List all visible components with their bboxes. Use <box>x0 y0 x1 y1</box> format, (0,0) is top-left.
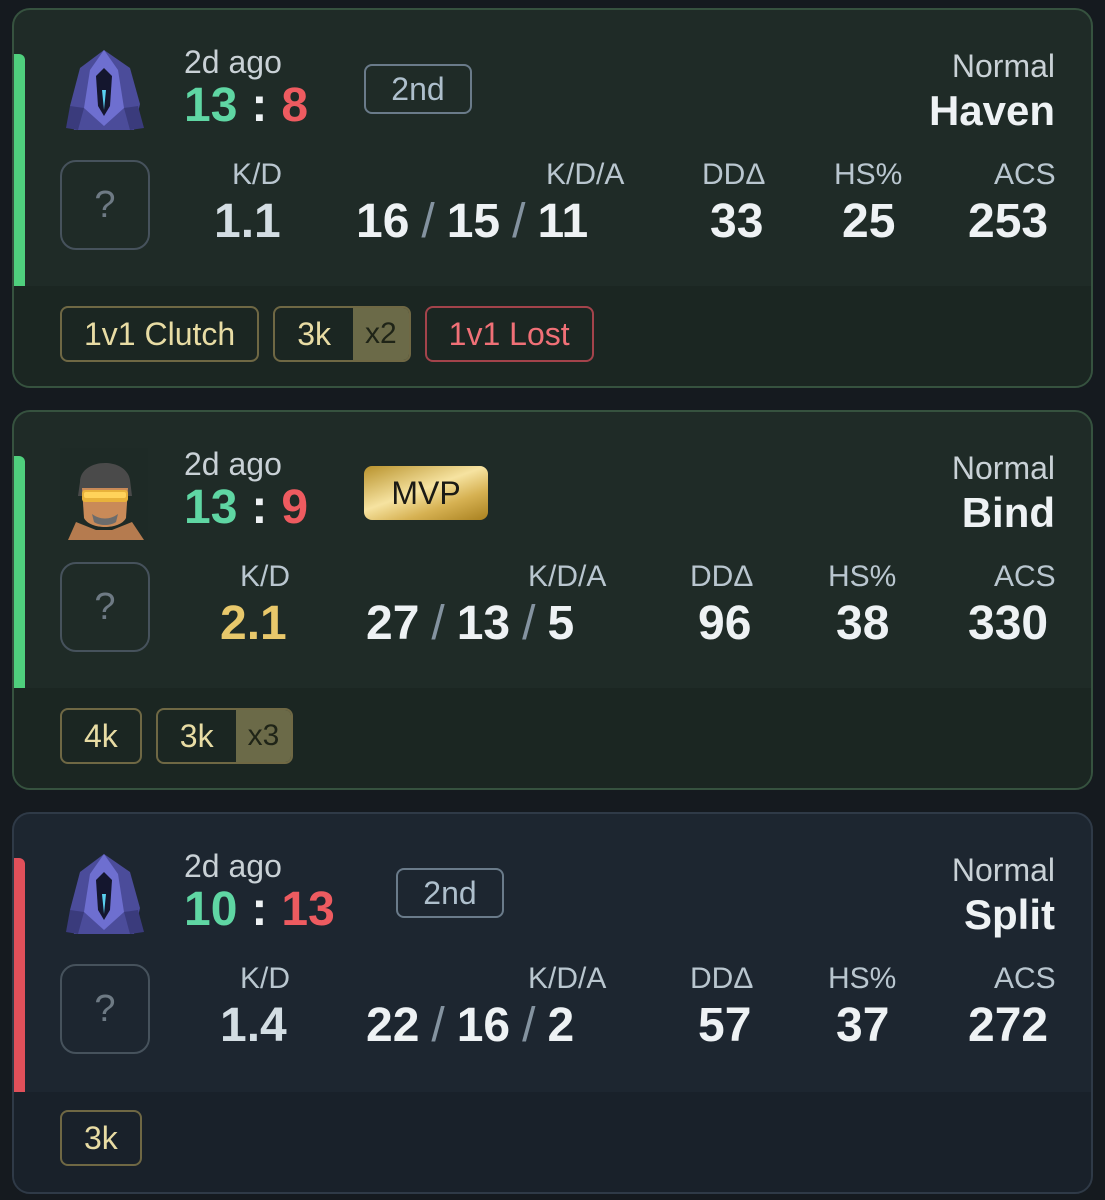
achievement-badges: 3k <box>60 1110 142 1166</box>
kda-label: K/D/A <box>528 962 607 995</box>
multiplier: x2 <box>352 308 409 360</box>
mvp-badge: MVP <box>364 466 488 520</box>
hs-value: 25 <box>842 195 896 248</box>
acs-label: ACS <box>994 962 1056 995</box>
achievement-badge[interactable]: 3k <box>60 1110 142 1166</box>
dd-label: DDΔ <box>702 158 766 191</box>
game-mode: Normal <box>951 450 1055 486</box>
dd-value: 96 <box>698 597 752 650</box>
kda-value: 27/13/5 <box>366 600 574 648</box>
acs-value: 253 <box>968 195 1049 248</box>
achievement-badge[interactable]: 3k x3 <box>155 708 294 764</box>
match-score: 13:8 <box>184 82 308 130</box>
score-separator: : <box>251 883 268 936</box>
achievement-badge[interactable]: 1v1 Clutch <box>60 306 260 362</box>
kda-value: 22/16/2 <box>366 1002 574 1050</box>
slash: / <box>431 999 445 1052</box>
achievement-badges: 4k 3k x3 <box>60 708 294 764</box>
deaths: 15 <box>446 195 501 248</box>
hooded-agent-icon <box>60 46 148 138</box>
kda-label: K/D/A <box>528 560 607 593</box>
enemy-score: 9 <box>281 481 309 534</box>
team-score: 13 <box>184 481 238 534</box>
game-mode: Normal <box>951 48 1055 84</box>
badge-strip <box>14 1092 1091 1192</box>
hooded-agent-icon <box>60 850 148 942</box>
kills: 16 <box>356 195 410 248</box>
kd-label: K/D <box>240 962 291 995</box>
slash: / <box>512 195 526 248</box>
match-card[interactable]: 2d ago 13:9 MVP Normal Bind ? K/D 2.1 K/… <box>12 410 1093 790</box>
map-name: Split <box>964 891 1055 938</box>
score-separator: : <box>251 79 268 132</box>
assists: 11 <box>537 195 589 248</box>
match-time: 2d ago <box>184 848 282 884</box>
assists: 5 <box>547 597 575 650</box>
kills: 22 <box>366 999 420 1052</box>
slash: / <box>522 597 536 650</box>
match-score: 10:13 <box>184 886 335 934</box>
acs-label: ACS <box>994 560 1056 593</box>
acs-label: ACS <box>994 158 1056 191</box>
match-card[interactable]: 2d ago 13:8 2nd Normal Haven ? K/D 1.1 K… <box>12 8 1093 388</box>
dd-value: 33 <box>710 195 764 248</box>
game-mode: Normal <box>951 852 1055 888</box>
rank-icon: ? <box>60 964 150 1054</box>
hs-label: HS% <box>828 560 897 593</box>
team-score: 13 <box>184 79 238 132</box>
kda-label: K/D/A <box>546 158 625 191</box>
rank-icon: ? <box>60 160 150 250</box>
achievement-badge[interactable]: 1v1 Lost <box>424 306 594 362</box>
kd-label: K/D <box>240 560 291 593</box>
kd-label: K/D <box>232 158 283 191</box>
achievement-badge[interactable]: 3k x2 <box>273 306 411 362</box>
deaths: 16 <box>456 999 511 1052</box>
slash: / <box>431 597 445 650</box>
kda-value: 16/15/11 <box>356 198 588 246</box>
kd-value: 1.1 <box>214 195 281 248</box>
enemy-score: 8 <box>281 79 309 132</box>
placement-badge: 2nd <box>396 868 504 918</box>
score-separator: : <box>251 481 268 534</box>
enemy-score: 13 <box>281 883 335 936</box>
slash: / <box>421 195 435 248</box>
deaths: 13 <box>456 597 511 650</box>
team-score: 10 <box>184 883 238 936</box>
placement-badge: 2nd <box>364 64 472 114</box>
acs-value: 272 <box>968 999 1049 1052</box>
achievement-badges: 1v1 Clutch 3k x2 1v1 Lost <box>60 306 594 362</box>
match-score: 13:9 <box>184 484 308 532</box>
hs-value: 38 <box>836 597 890 650</box>
assists: 2 <box>547 999 575 1052</box>
kd-value: 1.4 <box>220 999 287 1052</box>
rank-icon: ? <box>60 562 150 652</box>
map-name: Bind <box>961 489 1055 536</box>
match-card[interactable]: 2d ago 10:13 2nd Normal Split ? K/D 1.4 … <box>12 812 1093 1194</box>
achievement-badge[interactable]: 4k <box>60 708 142 764</box>
kd-value: 2.1 <box>220 597 287 650</box>
map-name: Haven <box>928 87 1055 134</box>
hs-value: 37 <box>836 999 890 1052</box>
kills: 27 <box>366 597 420 650</box>
dd-label: DDΔ <box>690 560 754 593</box>
acs-value: 330 <box>968 597 1049 650</box>
multiplier: x3 <box>235 710 292 762</box>
dd-label: DDΔ <box>690 962 754 995</box>
hs-label: HS% <box>834 158 903 191</box>
visor-agent-icon <box>60 448 148 540</box>
hs-label: HS% <box>828 962 897 995</box>
match-time: 2d ago <box>184 44 282 80</box>
match-time: 2d ago <box>184 446 282 482</box>
dd-value: 57 <box>698 999 752 1052</box>
slash: / <box>522 999 536 1052</box>
